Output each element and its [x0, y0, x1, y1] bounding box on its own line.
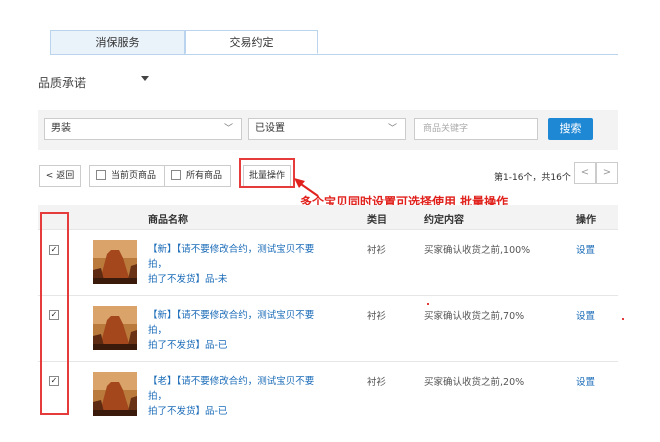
- pagination-info: 第1-16个，共16个: [494, 173, 571, 183]
- checkbox-icon: [96, 169, 106, 180]
- tab-label: 消保服务: [95, 36, 140, 49]
- current-page-items-checkbox[interactable]: 当前页商品: [89, 165, 165, 187]
- product-thumbnail[interactable]: [93, 240, 137, 284]
- checkbox-icon: [171, 169, 181, 180]
- row-agreement: 买家确认收货之前,100%: [424, 245, 531, 256]
- settings-link[interactable]: 设置: [576, 308, 595, 322]
- tab-divider: [50, 54, 618, 55]
- row-category: 衬衫: [367, 311, 387, 322]
- header-agreement: 约定内容: [424, 215, 464, 226]
- product-name-link[interactable]: 【老】【请不要修改合约，测试宝贝不要拍， 拍了不发货】品-已: [148, 374, 328, 419]
- highlight-box-checkboxes: [40, 212, 69, 415]
- product-thumbnail[interactable]: [93, 372, 137, 416]
- row-divider: [38, 361, 618, 362]
- status-select-value: 已设置: [255, 123, 285, 134]
- category-select[interactable]: 男装 ﹀: [44, 118, 242, 140]
- chevron-down-icon: ﹀: [387, 124, 397, 134]
- tab-trade-agreement[interactable]: 交易约定: [185, 30, 318, 54]
- search-button[interactable]: 搜索: [548, 118, 593, 140]
- status-select[interactable]: 已设置 ﹀: [248, 118, 406, 140]
- keyword-input[interactable]: 商品关键字: [414, 118, 538, 140]
- settings-link[interactable]: 设置: [576, 374, 595, 388]
- row-agreement: 买家确认收货之前,20%: [424, 377, 525, 388]
- product-name-link[interactable]: 【新】【请不要修改合约，测试宝贝不要拍， 拍了不发货】品-已: [148, 308, 328, 353]
- quality-dropdown[interactable]: 品质承诺: [38, 74, 86, 91]
- tab-label: 交易约定: [229, 36, 274, 49]
- category-select-value: 男装: [51, 123, 71, 134]
- row-divider: [38, 229, 618, 230]
- all-items-label: 所有商品: [186, 171, 223, 181]
- caret-down-icon[interactable]: [141, 76, 149, 81]
- header-product-name: 商品名称: [148, 215, 188, 226]
- product-name-line1: 【新】【请不要修改合约，测试宝贝不要拍，: [148, 310, 315, 336]
- prev-page-button[interactable]: <: [574, 162, 596, 184]
- product-name-line2: 拍了不发货】品-已: [148, 406, 228, 417]
- table-header: [38, 205, 618, 229]
- annotation-dot: [427, 303, 429, 305]
- next-page-button[interactable]: >: [596, 162, 618, 184]
- product-name-link[interactable]: 【新】【请不要修改合约，测试宝贝不要拍， 拍了不发货】品-未: [148, 242, 328, 287]
- row-category: 衬衫: [367, 245, 387, 256]
- highlight-box-batch: [239, 158, 295, 188]
- annotation-dot: [622, 318, 624, 320]
- back-button[interactable]: < 返回: [39, 165, 81, 187]
- chevron-down-icon: ﹀: [223, 124, 233, 134]
- tab-consumer-protection[interactable]: 消保服务: [50, 30, 185, 54]
- row-category: 衬衫: [367, 377, 387, 388]
- product-name-line2: 拍了不发货】品-已: [148, 340, 228, 351]
- row-divider: [38, 295, 618, 296]
- product-name-line1: 【新】【请不要修改合约，测试宝贝不要拍，: [148, 244, 315, 270]
- current-page-label: 当前页商品: [111, 171, 157, 181]
- row-agreement: 买家确认收货之前,70%: [424, 311, 525, 322]
- product-thumbnail[interactable]: [93, 306, 137, 350]
- settings-link[interactable]: 设置: [576, 242, 595, 256]
- product-name-line2: 拍了不发货】品-未: [148, 274, 228, 285]
- header-category: 类目: [367, 215, 387, 226]
- header-action: 操作: [576, 215, 596, 226]
- product-name-line1: 【老】【请不要修改合约，测试宝贝不要拍，: [148, 376, 315, 402]
- all-items-checkbox[interactable]: 所有商品: [165, 165, 231, 187]
